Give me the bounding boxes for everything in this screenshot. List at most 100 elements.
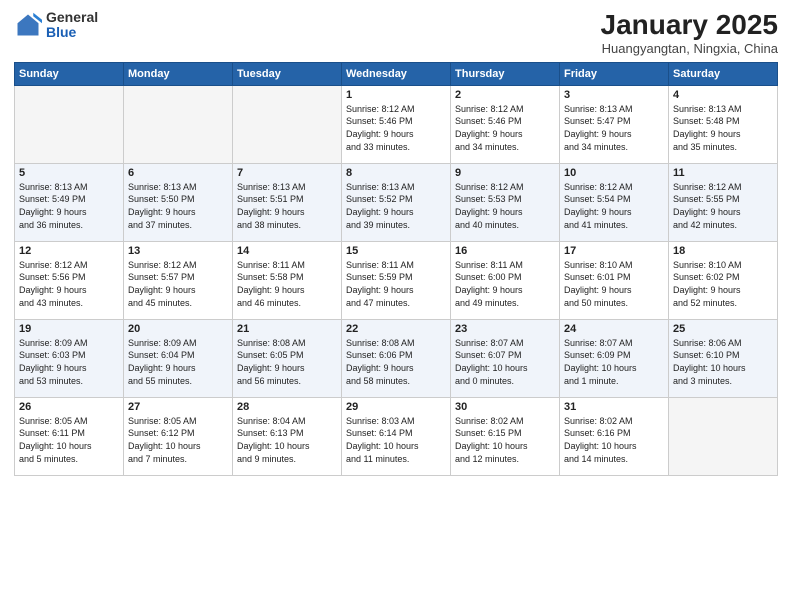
day-number: 9 (455, 167, 555, 179)
day-info: Sunrise: 8:08 AMSunset: 6:05 PMDaylight:… (237, 337, 337, 387)
day-info: Sunrise: 8:12 AMSunset: 5:57 PMDaylight:… (128, 259, 228, 309)
day-info: Sunrise: 8:12 AMSunset: 5:46 PMDaylight:… (455, 103, 555, 153)
table-row: 20Sunrise: 8:09 AMSunset: 6:04 PMDayligh… (124, 319, 233, 397)
day-number: 17 (564, 245, 664, 257)
day-number: 30 (455, 401, 555, 413)
calendar-week-row: 1 Sunrise: 8:12 AMSunset: 5:46 PMDaylight… (15, 85, 778, 163)
logo-text: General Blue (46, 10, 98, 41)
day-info: Sunrise: 8:13 AMSunset: 5:52 PMDaylight:… (346, 181, 446, 231)
table-row: 1Sunrise: 8:12 AMSunset: 5:46 PMDaylight… (342, 85, 451, 163)
col-wednesday: Wednesday (342, 62, 451, 85)
day-number: 14 (237, 245, 337, 257)
table-row: 10 Sunrise: 8:12 AMSunset: 5:54 PMDayligh… (560, 163, 669, 241)
day-number: 21 (237, 323, 337, 335)
table-row: 5Sunrise: 8:13 AMSunset: 5:49 PMDaylight… (15, 163, 124, 241)
day-number: 13 (128, 245, 228, 257)
day-number: 24 (564, 323, 664, 335)
table-row: 27 Sunrise: 8:05 AMSunset: 6:12 PMDayligh… (124, 397, 233, 475)
col-saturday: Saturday (669, 62, 778, 85)
day-info: Sunrise: 8:13 AMSunset: 5:50 PMDaylight:… (128, 181, 228, 231)
table-row: 31 Sunrise: 8:02 AMSunset: 6:16 PMDayligh… (560, 397, 669, 475)
day-number: 1 (346, 89, 446, 101)
day-info: Sunrise: 8:13 AMSunset: 5:51 PMDaylight:… (237, 181, 337, 231)
day-number: 23 (455, 323, 555, 335)
logo: General Blue (14, 10, 98, 41)
table-row: 25 Sunrise: 8:06 AMSunset: 6:10 PMDayligh… (669, 319, 778, 397)
day-info: Sunrise: 8:11 AMSunset: 5:59 PMDaylight:… (346, 259, 446, 309)
day-number: 16 (455, 245, 555, 257)
day-info: Sunrise: 8:12 AMSunset: 5:56 PMDaylight:… (19, 259, 119, 309)
month-year: January 2025 (601, 10, 778, 41)
day-number: 27 (128, 401, 228, 413)
table-row: 2Sunrise: 8:12 AMSunset: 5:46 PMDaylight… (451, 85, 560, 163)
table-row: 12 Sunrise: 8:12 AMSunset: 5:56 PMDayligh… (15, 241, 124, 319)
day-number: 10 (564, 167, 664, 179)
day-info: Sunrise: 8:09 AMSunset: 6:03 PMDaylight:… (19, 337, 119, 387)
calendar-week-row: 5Sunrise: 8:13 AMSunset: 5:49 PMDaylight… (15, 163, 778, 241)
col-sunday: Sunday (15, 62, 124, 85)
day-number: 18 (673, 245, 773, 257)
table-row: 14Sunrise: 8:11 AMSunset: 5:58 PMDayligh… (233, 241, 342, 319)
day-info: Sunrise: 8:11 AMSunset: 6:00 PMDaylight:… (455, 259, 555, 309)
table-row: 17 Sunrise: 8:10 AMSunset: 6:01 PMDayligh… (560, 241, 669, 319)
day-number: 15 (346, 245, 446, 257)
day-number: 7 (237, 167, 337, 179)
table-row: 16 Sunrise: 8:11 AMSunset: 6:00 PMDayligh… (451, 241, 560, 319)
col-friday: Friday (560, 62, 669, 85)
calendar-header-row: Sunday Monday Tuesday Wednesday Thursday… (15, 62, 778, 85)
day-number: 11 (673, 167, 773, 179)
logo-icon (14, 11, 42, 39)
col-monday: Monday (124, 62, 233, 85)
day-number: 26 (19, 401, 119, 413)
day-info: Sunrise: 8:09 AMSunset: 6:04 PMDaylight:… (128, 337, 228, 387)
header: General Blue January 2025 Huangyangtan, … (14, 10, 778, 56)
table-row: 23Sunrise: 8:07 AMSunset: 6:07 PMDayligh… (451, 319, 560, 397)
day-number: 22 (346, 323, 446, 335)
table-row: 11Sunrise: 8:12 AMSunset: 5:55 PMDayligh… (669, 163, 778, 241)
day-info: Sunrise: 8:13 AMSunset: 5:47 PMDaylight:… (564, 103, 664, 153)
day-info: Sunrise: 8:07 AMSunset: 6:09 PMDaylight:… (564, 337, 664, 387)
day-number: 8 (346, 167, 446, 179)
day-info: Sunrise: 8:05 AMSunset: 6:12 PMDaylight:… (128, 415, 228, 465)
day-info: Sunrise: 8:12 AMSunset: 5:54 PMDaylight:… (564, 181, 664, 231)
table-row: 3Sunrise: 8:13 AMSunset: 5:47 PMDaylight… (560, 85, 669, 163)
location: Huangyangtan, Ningxia, China (601, 41, 778, 56)
page: General Blue January 2025 Huangyangtan, … (0, 0, 792, 612)
table-row: 15 Sunrise: 8:11 AMSunset: 5:59 PMDayligh… (342, 241, 451, 319)
day-number: 5 (19, 167, 119, 179)
day-number: 12 (19, 245, 119, 257)
table-row: 21 Sunrise: 8:08 AMSunset: 6:05 PMDayligh… (233, 319, 342, 397)
day-number: 25 (673, 323, 773, 335)
day-number: 4 (673, 89, 773, 101)
calendar-week-row: 26Sunrise: 8:05 AMSunset: 6:11 PMDayligh… (15, 397, 778, 475)
table-row: 6 Sunrise: 8:13 AMSunset: 5:50 PMDaylight… (124, 163, 233, 241)
table-row: 22Sunrise: 8:08 AMSunset: 6:06 PMDayligh… (342, 319, 451, 397)
day-number: 31 (564, 401, 664, 413)
table-row: 29Sunrise: 8:03 AMSunset: 6:14 PMDayligh… (342, 397, 451, 475)
day-info: Sunrise: 8:13 AMSunset: 5:48 PMDaylight:… (673, 103, 773, 153)
day-info: Sunrise: 8:02 AMSunset: 6:15 PMDaylight:… (455, 415, 555, 465)
col-thursday: Thursday (451, 62, 560, 85)
calendar-week-row: 12 Sunrise: 8:12 AMSunset: 5:56 PMDayligh… (15, 241, 778, 319)
table-row: 19 Sunrise: 8:09 AMSunset: 6:03 PMDayligh… (15, 319, 124, 397)
logo-blue: Blue (46, 25, 98, 40)
day-number: 28 (237, 401, 337, 413)
day-number: 19 (19, 323, 119, 335)
calendar: Sunday Monday Tuesday Wednesday Thursday… (14, 62, 778, 476)
table-row: 4 Sunrise: 8:13 AMSunset: 5:48 PMDaylight… (669, 85, 778, 163)
day-info: Sunrise: 8:04 AMSunset: 6:13 PMDaylight:… (237, 415, 337, 465)
day-info: Sunrise: 8:02 AMSunset: 6:16 PMDaylight:… (564, 415, 664, 465)
day-number: 29 (346, 401, 446, 413)
day-info: Sunrise: 8:06 AMSunset: 6:10 PMDaylight:… (673, 337, 773, 387)
table-row: 18Sunrise: 8:10 AMSunset: 6:02 PMDayligh… (669, 241, 778, 319)
table-row (669, 397, 778, 475)
table-row: 24 Sunrise: 8:07 AMSunset: 6:09 PMDayligh… (560, 319, 669, 397)
table-row (15, 85, 124, 163)
col-tuesday: Tuesday (233, 62, 342, 85)
table-row: 7 Sunrise: 8:13 AMSunset: 5:51 PMDaylight… (233, 163, 342, 241)
table-row (124, 85, 233, 163)
day-number: 6 (128, 167, 228, 179)
table-row: 13 Sunrise: 8:12 AMSunset: 5:57 PMDayligh… (124, 241, 233, 319)
day-info: Sunrise: 8:12 AMSunset: 5:53 PMDaylight:… (455, 181, 555, 231)
day-info: Sunrise: 8:10 AMSunset: 6:01 PMDaylight:… (564, 259, 664, 309)
